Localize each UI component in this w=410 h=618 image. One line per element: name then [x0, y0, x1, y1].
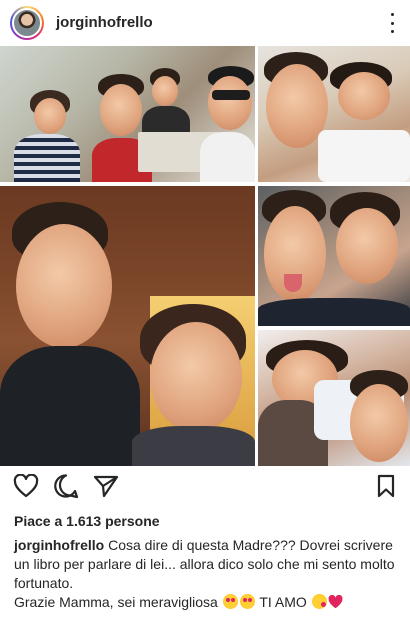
caption-ti-amo: TI AMO	[259, 594, 307, 610]
bookmark-icon[interactable]	[372, 472, 400, 500]
kiss-emoji-icon	[311, 594, 327, 609]
caption-username[interactable]: jorginhofrello	[14, 537, 104, 553]
caption-line-2: Grazie Mamma, sei meravigliosa	[14, 594, 218, 610]
red-heart-emoji-icon	[328, 595, 343, 609]
action-bar	[0, 472, 410, 504]
comment-icon[interactable]	[52, 472, 80, 500]
heart-eyes-emoji-icon	[222, 594, 238, 609]
more-vertical-icon[interactable]	[388, 13, 396, 33]
post-photo-collage[interactable]	[0, 46, 410, 466]
post-caption: jorginhofrello Cosa dire di questa Madre…	[14, 536, 398, 612]
collage-photo-2	[258, 46, 410, 182]
collage-photo-4	[258, 186, 410, 326]
post-header: jorginhofrello	[0, 0, 410, 46]
heart-icon[interactable]	[12, 472, 40, 500]
avatar[interactable]	[10, 6, 44, 40]
collage-photo-5	[258, 330, 410, 466]
collage-photo-3	[0, 186, 255, 466]
collage-photo-1	[0, 46, 255, 182]
username[interactable]: jorginhofrello	[56, 14, 153, 31]
heart-eyes-emoji-icon	[239, 594, 255, 609]
likes-count[interactable]: Piace a 1.613 persone	[14, 513, 160, 529]
avatar-image	[12, 8, 42, 38]
send-icon[interactable]	[92, 472, 120, 500]
